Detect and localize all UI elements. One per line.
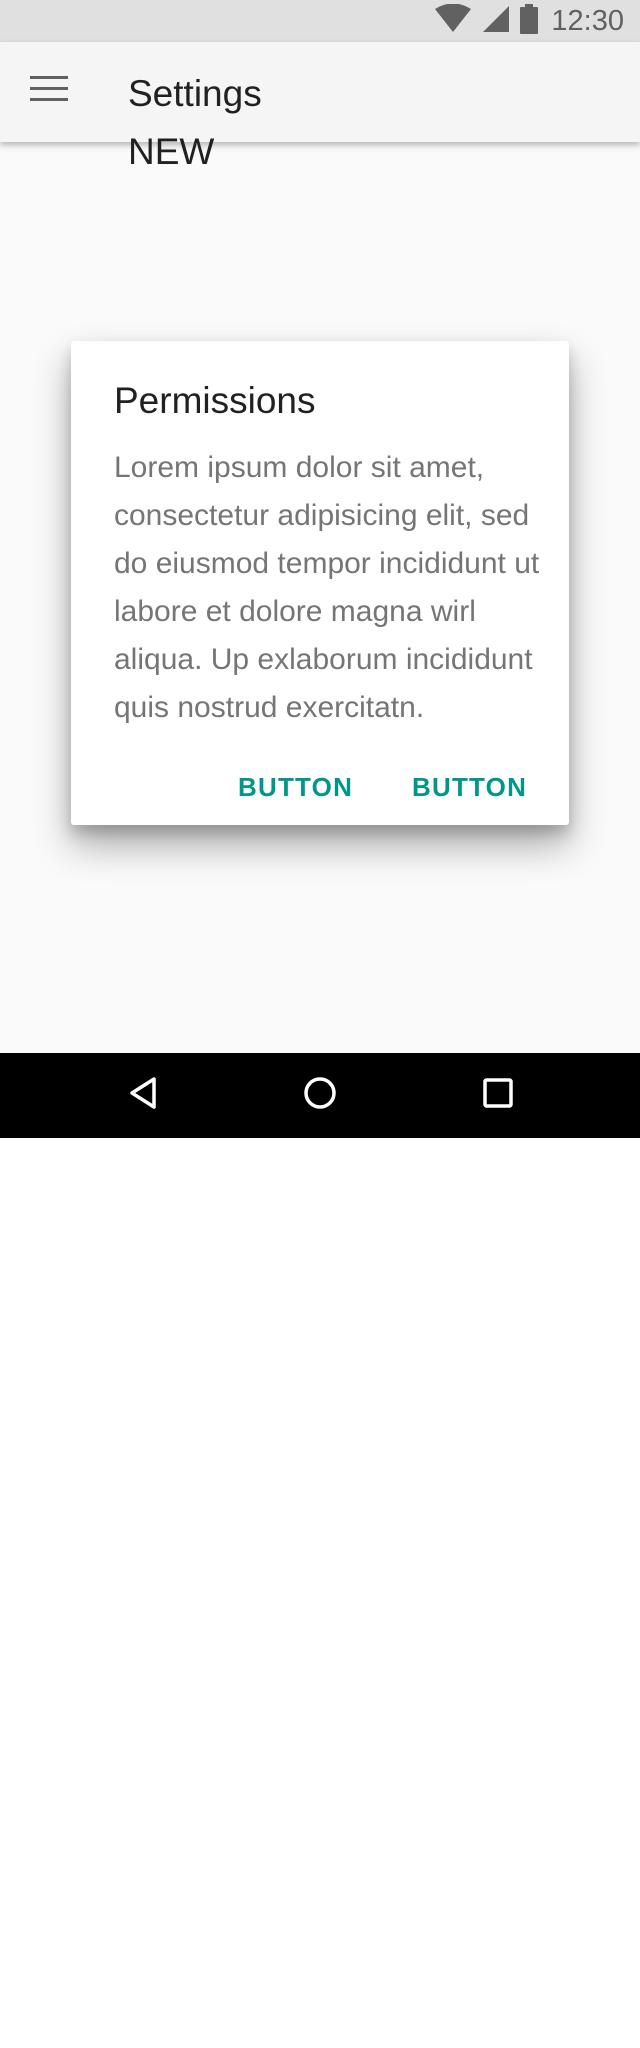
dialog-actions: BUTTON BUTTON — [71, 765, 569, 809]
battery-icon — [519, 3, 539, 39]
back-button[interactable] — [99, 1053, 189, 1138]
status-bar: 12:30 — [0, 0, 640, 42]
home-icon — [302, 1075, 338, 1116]
dialog-button-1[interactable]: BUTTON — [238, 765, 353, 809]
wifi-icon — [433, 3, 473, 39]
permissions-dialog: Permissions Lorem ipsum dolor sit amet, … — [71, 341, 569, 825]
dialog-button-2[interactable]: BUTTON — [412, 765, 527, 809]
home-button[interactable] — [275, 1053, 365, 1138]
recents-button[interactable] — [453, 1053, 543, 1138]
recents-icon — [480, 1075, 516, 1116]
phone-screen: 12:30 Settings NEW Permissions Lorem ips… — [0, 0, 640, 1138]
dialog-body: Lorem ipsum dolor sit amet, consectetur … — [114, 451, 540, 724]
menu-icon[interactable] — [20, 66, 78, 112]
app-bar: Settings — [0, 42, 640, 142]
dialog-title: Permissions — [114, 380, 316, 421]
status-icons: 12:30 — [433, 0, 624, 42]
signal-icon — [481, 4, 511, 39]
page-subtitle: NEW — [128, 131, 215, 172]
status-time: 12:30 — [551, 5, 624, 37]
navigation-bar — [0, 1053, 640, 1138]
page-title: Settings — [128, 73, 262, 114]
back-icon — [126, 1075, 162, 1116]
